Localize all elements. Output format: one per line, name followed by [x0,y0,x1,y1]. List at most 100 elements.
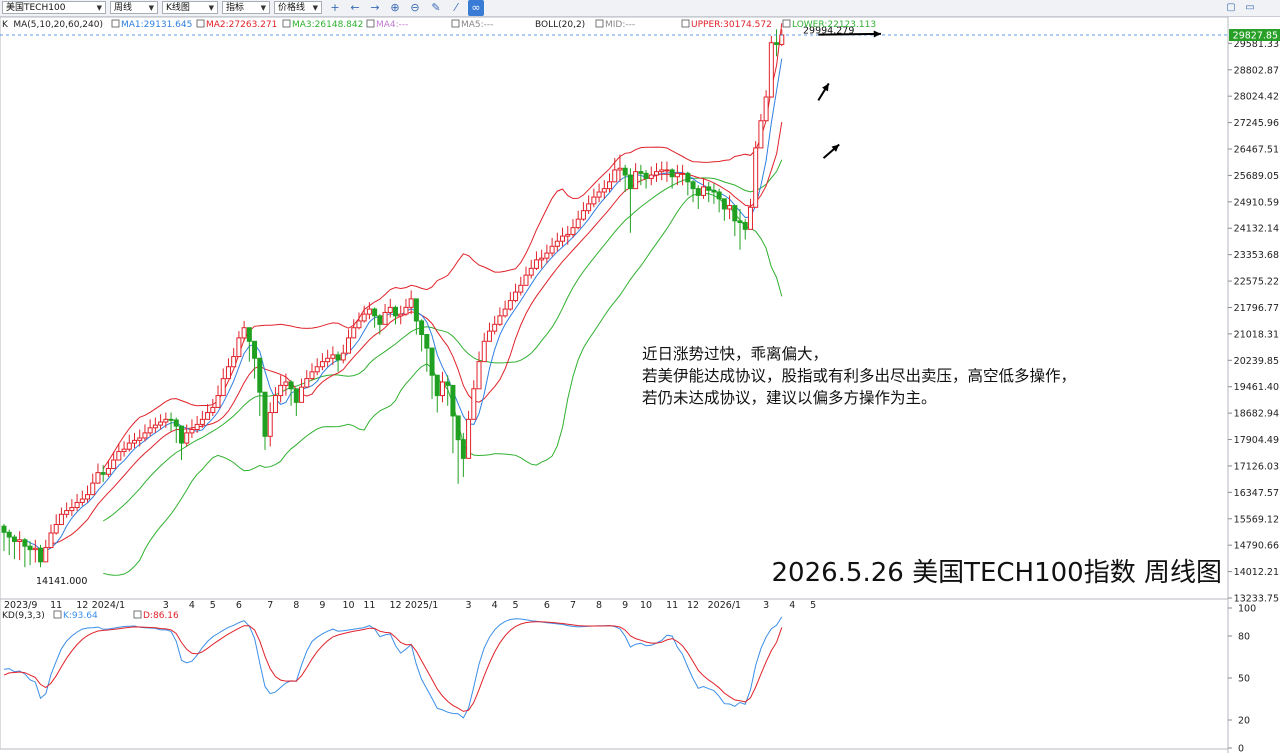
chart-type-select[interactable]: K线图 ▼ [162,1,218,14]
candle-body[interactable] [351,327,357,339]
candle-body[interactable] [366,308,372,315]
candle-body[interactable] [596,191,602,198]
candle-body[interactable] [633,171,639,190]
candle-body[interactable] [225,366,231,380]
candle-body[interactable] [199,418,205,425]
candle-body[interactable] [586,203,592,212]
candle-body[interactable] [476,361,482,390]
restore-icon[interactable]: ▢ [1224,1,1238,14]
candle-body[interactable] [356,320,362,329]
legend-checkbox[interactable] [681,19,690,28]
candle-body[interactable] [445,381,451,386]
candle-body[interactable] [502,308,508,317]
candle-body[interactable] [774,42,780,45]
candle-body[interactable] [340,352,346,361]
candle-body[interactable] [142,432,148,439]
candle-body[interactable] [293,388,299,403]
legend-checkbox[interactable] [111,19,120,28]
candle-body[interactable] [241,327,247,339]
legend-checkbox[interactable] [133,610,142,619]
candle-body[interactable] [471,388,477,420]
candle-body[interactable] [450,384,456,417]
legend-checkbox[interactable] [282,19,291,28]
candle-body[interactable] [601,188,607,193]
candle-body[interactable] [737,220,743,224]
candle-body[interactable] [706,186,712,191]
candle-body[interactable] [659,169,665,173]
draw-icon[interactable]: ⁄ [448,0,464,16]
candle-body[interactable] [111,459,117,470]
candle-body[interactable] [554,240,560,247]
candle-body[interactable] [747,206,753,230]
candle-body[interactable] [492,323,498,332]
crosshair-icon[interactable]: + [327,0,343,16]
candle-body[interactable] [262,391,268,437]
candle-body[interactable] [654,171,659,176]
candle-body[interactable] [716,191,722,200]
chart-canvas[interactable]: 29581.3328802.8728024.4227245.9626467.51… [0,0,1280,753]
candle-body[interactable] [95,472,101,484]
candle-body[interactable] [424,334,430,349]
zoom-in-icon[interactable]: ⊕ [387,0,403,16]
candle-body[interactable] [325,357,331,363]
candle-body[interactable] [539,257,545,261]
candle-body[interactable] [674,172,680,178]
candle-body[interactable] [439,381,445,397]
candle-body[interactable] [513,291,519,302]
candle-body[interactable] [408,298,414,308]
legend-checkbox[interactable] [451,19,460,28]
candle-body[interactable] [335,354,341,361]
candle-body[interactable] [361,313,367,322]
candle-body[interactable] [100,472,106,475]
candle-body[interactable] [158,421,164,426]
candle-body[interactable] [727,205,733,210]
candle-body[interactable] [497,315,503,325]
candle-body[interactable] [372,308,378,317]
candle-body[interactable] [137,437,143,441]
period-select[interactable]: 周线 ▼ [110,1,158,14]
candle-body[interactable] [507,300,513,310]
candle-body[interactable] [721,198,727,210]
candle-body[interactable] [700,186,706,196]
candle-body[interactable] [53,524,59,534]
link-icon[interactable]: ∞ [468,0,484,16]
candle-body[interactable] [648,174,654,179]
legend-checkbox[interactable] [595,19,604,28]
candle-body[interactable] [17,539,23,542]
candle-body[interactable] [147,427,153,434]
candle-body[interactable] [11,536,17,542]
candle-body[interactable] [105,468,111,475]
candle-body[interactable] [90,482,96,496]
candle-body[interactable] [763,96,769,122]
arrow-right-icon[interactable]: → [367,0,383,16]
candle-body[interactable] [403,306,409,315]
candle-body[interactable] [669,169,675,178]
candle-body[interactable] [231,356,237,368]
candle-body[interactable] [173,419,179,427]
candle-body[interactable] [393,306,398,317]
candle-body[interactable] [486,330,492,342]
candle-body[interactable] [38,547,44,563]
candle-body[interactable] [523,274,529,286]
candle-body[interactable] [455,415,461,441]
candle-body[interactable] [246,327,252,342]
candle-body[interactable] [6,531,12,538]
candle-body[interactable] [377,315,383,325]
candle-body[interactable] [1,525,7,533]
candle-body[interactable] [382,311,388,325]
candle-body[interactable] [79,498,85,503]
candle-body[interactable] [184,432,190,444]
candle-body[interactable] [622,167,628,176]
candle-body[interactable] [74,501,80,509]
candle-body[interactable] [43,547,49,563]
candle-body[interactable] [643,172,649,179]
candle-body[interactable] [27,545,33,551]
legend-checkbox[interactable] [782,19,791,28]
candle-body[interactable] [429,347,435,376]
candle-body[interactable] [205,412,211,420]
candle-body[interactable] [69,507,75,512]
candle-body[interactable] [533,259,539,269]
candle-body[interactable] [544,252,550,259]
candle-body[interactable] [132,439,137,444]
candle-body[interactable] [58,513,64,526]
